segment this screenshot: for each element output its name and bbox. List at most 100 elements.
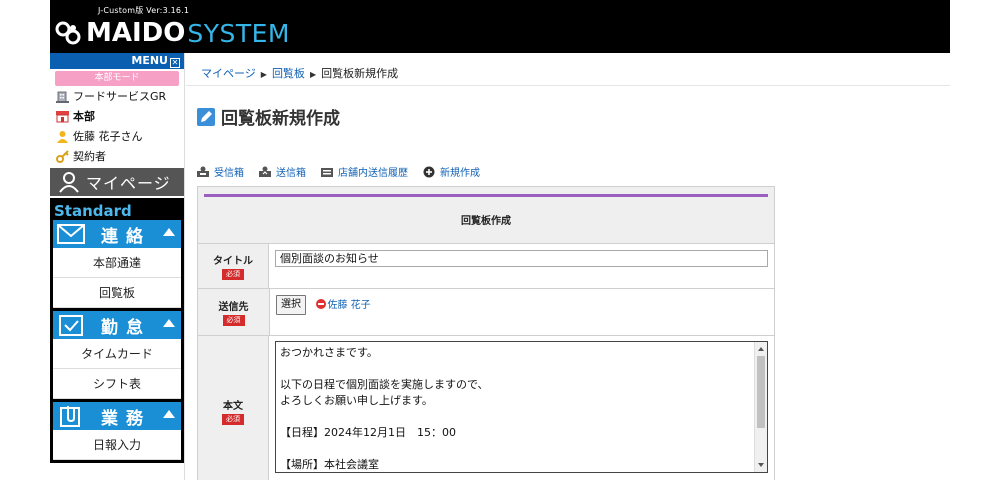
- user-outline-icon: [59, 172, 79, 193]
- title-label: タイトル: [213, 256, 253, 267]
- form-accent-line: [204, 194, 768, 197]
- info-role: 契約者: [50, 146, 184, 166]
- building-icon: [56, 90, 69, 103]
- user-name: 佐藤 花子さん: [73, 130, 143, 143]
- sidebar-item-honbu-tsutatsu[interactable]: 本部通達: [53, 248, 181, 278]
- body-line: [280, 361, 763, 377]
- required-badge: 必須: [222, 315, 245, 326]
- plus-circle-icon: [423, 166, 435, 177]
- section-gyomu: 業務 日報入力: [50, 402, 184, 463]
- required-badge: 必須: [222, 269, 244, 280]
- scroll-up-icon[interactable]: [758, 347, 764, 351]
- key-icon: [56, 149, 69, 163]
- company-name: フードサービスGR: [73, 90, 167, 103]
- recipient-label: 送信先: [218, 302, 249, 313]
- standard-label: Standard: [50, 198, 184, 220]
- breadcrumb-kairanban[interactable]: 回覧板: [272, 67, 305, 80]
- section-renraku: 連絡 本部通達 回覧板: [50, 220, 184, 311]
- body-line: [280, 441, 763, 457]
- store-history-link[interactable]: 店舗内送信履歴: [320, 164, 408, 179]
- mode-badge: 本部モード: [55, 71, 179, 86]
- logo-mark-icon: [54, 19, 82, 47]
- collapse-arrow-icon[interactable]: [163, 319, 175, 327]
- info-company: フードサービスGR: [50, 86, 184, 106]
- clip-icon: [53, 402, 89, 430]
- required-badge: 必須: [222, 414, 244, 425]
- collapse-arrow-icon[interactable]: [163, 410, 175, 418]
- inbox-icon: [197, 166, 209, 177]
- recipient-row: 送信先 必須 選択 佐藤 花子: [198, 289, 774, 336]
- recipient-name-link[interactable]: 佐藤 花子: [328, 296, 371, 311]
- sidebar-item-nippo[interactable]: 日報入力: [53, 430, 181, 460]
- breadcrumb-separator-icon: ▶: [309, 70, 317, 79]
- form-heading: 回覧板作成: [461, 216, 511, 227]
- info-user: 佐藤 花子さん: [50, 126, 184, 146]
- new-create-link[interactable]: 新規作成: [422, 164, 480, 179]
- outbox-label: 送信箱: [276, 168, 306, 179]
- collapse-arrow-icon[interactable]: [163, 228, 175, 236]
- version-label: J-Custom版 Ver:3.16.1: [98, 6, 190, 15]
- outbox-icon: [259, 166, 271, 177]
- breadcrumb-mypage[interactable]: マイページ: [201, 67, 256, 80]
- section-kintai-title: 勤怠: [101, 317, 151, 338]
- history-icon: [321, 167, 333, 177]
- body-row: 本文 必須 おつかれさまです。 以下の日程で個別面談を実施しますので、 よろしく…: [198, 336, 774, 480]
- body-line: よろしくお願い申し上げます。: [280, 394, 433, 407]
- title-row: タイトル 必須 個別面談のお知らせ: [198, 244, 774, 289]
- section-renraku-header[interactable]: 連絡: [53, 220, 181, 248]
- sidebar: MENU ✕ 本部モード フードサービスGR 本部 佐藤 花子さん 契約者 マイペ…: [50, 53, 185, 480]
- select-recipient-button[interactable]: 選択: [276, 295, 306, 315]
- section-kintai-header[interactable]: 勤怠: [53, 311, 181, 339]
- recipient-value-cell: 選択 佐藤 花子: [270, 289, 774, 335]
- section-kintai: 勤怠 タイムカード シフト表: [50, 311, 184, 402]
- remove-recipient-icon[interactable]: [315, 298, 326, 309]
- logo-text-main: MAIDO: [86, 18, 186, 48]
- breadcrumb: マイページ ▶ 回覧板 ▶ 回覧板新規作成: [201, 65, 398, 81]
- body-label: 本文: [223, 401, 243, 412]
- page-title: 回覧板新規作成: [197, 104, 340, 129]
- info-store: 本部: [50, 106, 184, 126]
- mypage-button[interactable]: マイページ: [50, 168, 184, 196]
- body-line: 【日程】2024年12月1日 15：00: [280, 426, 456, 439]
- mypage-label: マイページ: [86, 174, 171, 193]
- body-value-cell: おつかれさまです。 以下の日程で個別面談を実施しますので、 よろしくお願い申し上…: [269, 336, 774, 480]
- body-line: 以下の日程で個別面談を実施しますので、: [280, 378, 489, 391]
- toolbar: 受信箱 送信箱 店舗内送信履歴 新規作成: [196, 164, 480, 179]
- title-label-cell: タイトル 必須: [198, 244, 269, 288]
- body-line: おつかれさまです。: [280, 346, 378, 359]
- body-line: 【場所】本社会議室: [280, 458, 379, 471]
- store-icon: [56, 110, 69, 123]
- title-value-cell: 個別面談のお知らせ: [269, 244, 774, 288]
- sidebar-item-shift[interactable]: シフト表: [53, 369, 181, 399]
- section-gyomu-title: 業務: [101, 408, 151, 429]
- menu-close-icon[interactable]: ✕: [170, 58, 180, 68]
- store-name: 本部: [73, 110, 95, 123]
- inbox-link[interactable]: 受信箱: [196, 164, 244, 179]
- breadcrumb-separator-icon: ▶: [260, 70, 267, 79]
- title-input[interactable]: 個別面談のお知らせ: [275, 250, 768, 267]
- recipient-chip: 佐藤 花子: [315, 296, 371, 311]
- outbox-link[interactable]: 送信箱: [258, 164, 306, 179]
- calendar-icon: [53, 311, 89, 339]
- circular-form: 回覧板作成 タイトル 必須 個別面談のお知らせ 送信先 必須 選択 佐藤 花子: [197, 186, 775, 480]
- breadcrumb-current: 回覧板新規作成: [321, 67, 399, 80]
- menu-toggle[interactable]: MENU ✕: [50, 53, 184, 69]
- body-textarea[interactable]: おつかれさまです。 以下の日程で個別面談を実施しますので、 よろしくお願い申し上…: [275, 341, 768, 473]
- section-gyomu-header[interactable]: 業務: [53, 402, 181, 430]
- scroll-thumb[interactable]: [757, 356, 765, 428]
- textarea-scrollbar[interactable]: [754, 342, 767, 472]
- sidebar-item-kairanban[interactable]: 回覧板: [53, 278, 181, 308]
- scroll-down-icon[interactable]: [758, 463, 764, 467]
- app-logo[interactable]: MAIDO SYSTEM: [54, 18, 290, 48]
- section-renraku-title: 連絡: [101, 226, 151, 247]
- sidebar-item-timecard[interactable]: タイムカード: [53, 339, 181, 369]
- user-role: 契約者: [73, 150, 106, 163]
- breadcrumb-divider: [186, 85, 950, 86]
- inbox-label: 受信箱: [214, 168, 244, 179]
- recipient-label-cell: 送信先 必須: [198, 289, 270, 335]
- pencil-icon: [197, 107, 215, 126]
- menu-label: MENU: [131, 54, 168, 67]
- person-icon: [56, 130, 69, 143]
- logo-text-sub: SYSTEM: [187, 18, 291, 48]
- envelope-icon: [53, 220, 89, 248]
